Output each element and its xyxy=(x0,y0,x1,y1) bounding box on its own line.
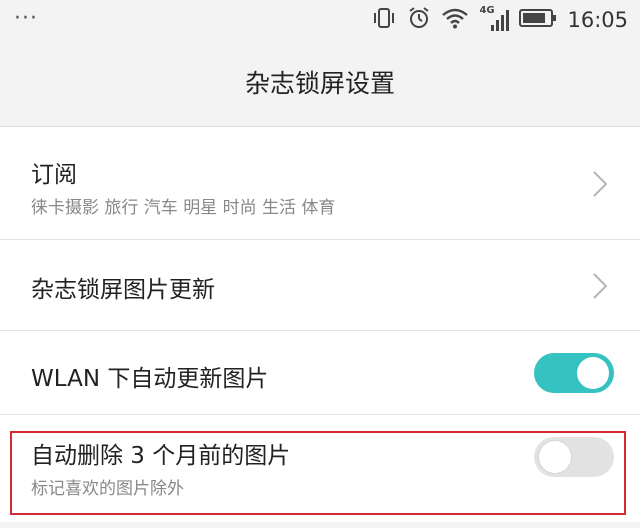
settings-list: 订阅 徕卡摄影 旅行 汽车 明星 时尚 生活 体育 杂志锁屏图片更新 WLAN … xyxy=(0,127,640,522)
vibrate-icon xyxy=(371,6,397,34)
status-bar: ··· 4G 16:05 xyxy=(0,0,640,40)
chevron-right-icon xyxy=(590,169,610,199)
setting-image-update-title: 杂志锁屏图片更新 xyxy=(31,277,215,303)
setting-auto-delete: 自动删除 3 个月前的图片 标记喜欢的图片除外 xyxy=(0,415,640,522)
wlan-update-toggle[interactable] xyxy=(534,353,614,393)
notification-dots: ··· xyxy=(14,6,38,31)
chevron-right-icon xyxy=(590,271,610,301)
setting-auto-delete-title: 自动删除 3 个月前的图片 xyxy=(31,443,291,469)
battery-icon xyxy=(519,8,557,32)
setting-auto-delete-subtitle: 标记喜欢的图片除外 xyxy=(31,479,184,499)
toggle-knob xyxy=(577,357,609,389)
alarm-icon xyxy=(407,6,431,34)
setting-subscription-title: 订阅 xyxy=(31,162,77,188)
clock-time: 16:05 xyxy=(567,8,628,32)
signal-icon: 4G xyxy=(479,5,510,33)
status-icons: 4G 16:05 xyxy=(371,5,628,34)
page-title: 杂志锁屏设置 xyxy=(244,69,395,98)
setting-wlan-update-title: WLAN 下自动更新图片 xyxy=(31,366,269,392)
setting-subscription-subtitle: 徕卡摄影 旅行 汽车 明星 时尚 生活 体育 xyxy=(31,198,336,218)
title-bar: 杂志锁屏设置 xyxy=(0,40,640,127)
toggle-knob xyxy=(539,441,571,473)
auto-delete-toggle[interactable] xyxy=(534,437,614,477)
setting-subscription[interactable]: 订阅 徕卡摄影 旅行 汽车 明星 时尚 生活 体育 xyxy=(0,127,640,240)
wifi-icon xyxy=(441,7,469,33)
setting-wlan-update: WLAN 下自动更新图片 xyxy=(0,331,640,415)
setting-image-update[interactable]: 杂志锁屏图片更新 xyxy=(0,240,640,331)
